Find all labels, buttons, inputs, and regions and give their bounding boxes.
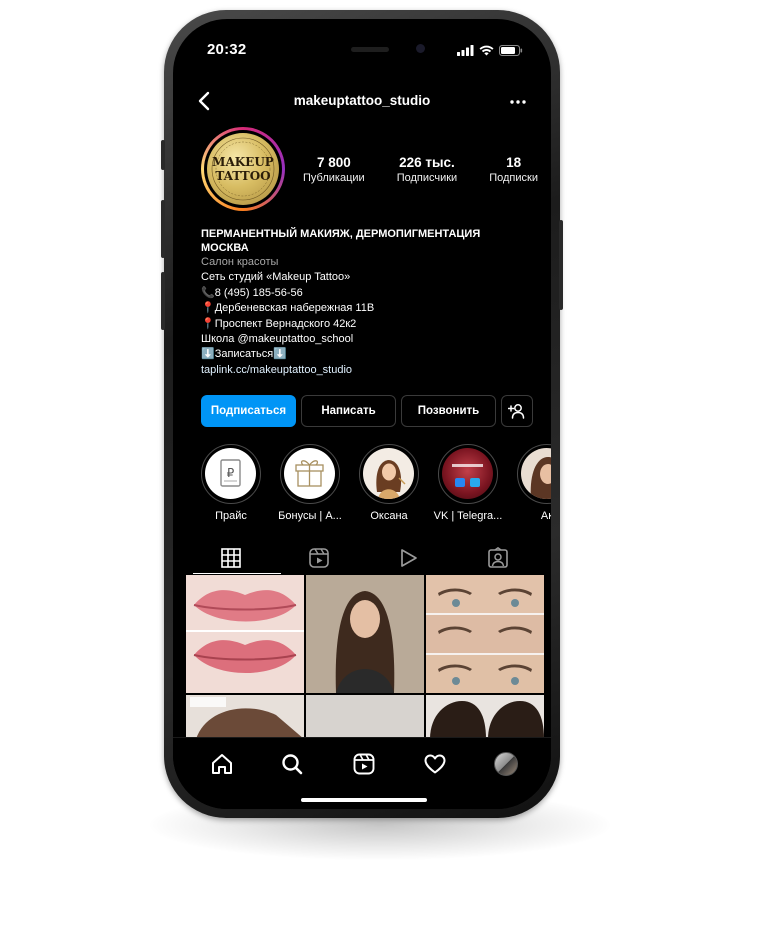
add-user-button[interactable] <box>501 395 533 427</box>
logo-line-makeup: MAKEUP <box>212 155 274 169</box>
stat-followers[interactable]: 226 тыс. Подписчики <box>397 155 458 184</box>
profile-bio: ПЕРМАНЕНТНЫЙ МАКИЯЖ, ДЕРМОПИГМЕНТАЦИЯ МО… <box>201 227 531 378</box>
status-time: 20:32 <box>207 41 247 58</box>
highlight-oksana-label: Оксана <box>370 510 408 522</box>
search-icon[interactable] <box>280 752 304 776</box>
profile-header: makeuptattoo_studio <box>173 87 551 117</box>
profile-stats: 7 800 Публикации 226 тыс. Подписчики 18 … <box>303 155 538 184</box>
bio-line: Сеть студий «Makeup Tattoo» <box>201 271 351 284</box>
front-camera <box>416 44 425 53</box>
tagged-icon[interactable] <box>487 547 509 569</box>
highlight-promo-label: Ак <box>540 510 551 522</box>
posts-grid <box>186 575 544 739</box>
home-icon[interactable] <box>210 752 234 776</box>
highlight-price-label: Прайс <box>215 510 247 522</box>
grid-icon[interactable] <box>220 547 242 569</box>
oksana-illustration <box>363 448 414 499</box>
highlight-vk-telegram-label: VK | Telegra... <box>433 510 503 522</box>
bio-booking: ⬇️Записаться⬇️ <box>201 348 287 361</box>
call-button[interactable]: Позвонить <box>401 395 496 427</box>
bottom-navigation <box>173 737 551 809</box>
post-studio[interactable] <box>306 695 424 739</box>
bio-address-2: 📍Проспект Вернадского 42к2 <box>201 317 357 330</box>
story-highlights: ₽ Прайс Бонусы | А... Оксана VK | Telegr… <box>201 444 551 534</box>
profile-actions: Подписаться Написать Позвонить <box>201 395 533 427</box>
stat-posts[interactable]: 7 800 Публикации <box>303 155 365 184</box>
stat-followers-label: Подписчики <box>396 172 458 184</box>
logo-line-tattoo: TATTOO <box>215 169 271 183</box>
heart-icon[interactable] <box>423 752 447 776</box>
home-indicator <box>301 798 427 802</box>
highlight-oksana[interactable]: Оксана <box>354 444 424 522</box>
bio-school-mention[interactable]: Школа @makeuptattoo_school <box>201 332 531 347</box>
post-portrait[interactable] <box>306 575 424 693</box>
post-brows[interactable] <box>426 575 544 693</box>
video-icon[interactable] <box>397 547 419 569</box>
volume-up-button <box>161 200 165 258</box>
phone-screen: 20:32 makeuptattoo_studio MAKEUP TATTOO … <box>173 19 551 809</box>
add-user-icon <box>508 404 525 419</box>
follow-button[interactable]: Подписаться <box>201 395 296 427</box>
message-button[interactable]: Написать <box>301 395 396 427</box>
promo-photo <box>521 448 551 499</box>
stat-posts-label: Публикации <box>303 172 365 184</box>
gift-icon <box>284 448 335 499</box>
profile-avatar[interactable] <box>494 752 518 776</box>
status-icons <box>457 43 523 57</box>
stat-posts-value: 7 800 <box>316 155 351 170</box>
profile-username: makeuptattoo_studio <box>293 93 431 108</box>
highlight-bonus[interactable]: Бонусы | А... <box>275 444 345 522</box>
more-dots-icon[interactable] <box>507 91 529 113</box>
signal-icon <box>457 44 474 56</box>
highlight-price[interactable]: ₽ Прайс <box>201 444 266 522</box>
highlight-vk-telegram[interactable]: VK | Telegra... <box>433 444 503 522</box>
highlight-bonus-label: Бонусы | А... <box>278 510 342 522</box>
bio-title-line1: ПЕРМАНЕНТНЫЙ МАКИЯЖ, ДЕРМОПИГМЕНТАЦИЯ <box>201 228 481 240</box>
reels-icon[interactable] <box>308 547 330 569</box>
avatar[interactable]: MAKEUP TATTOO <box>201 127 285 211</box>
volume-down-button <box>161 272 165 330</box>
price-tag-icon: ₽ <box>205 448 256 499</box>
post-face[interactable] <box>426 695 544 739</box>
speaker-grille <box>351 47 389 52</box>
mute-switch <box>161 140 165 170</box>
bio-category: Салон красоты <box>201 256 279 268</box>
bio-address-1: 📍Дербеневская набережная 11В <box>201 302 375 315</box>
reels-icon[interactable] <box>352 752 376 776</box>
vk-telegram-cover <box>442 448 493 499</box>
power-button <box>559 220 563 310</box>
bio-title-line2: МОСКВА <box>201 242 249 254</box>
makeup-tattoo-logo: MAKEUP TATTOO <box>207 133 279 205</box>
stat-following[interactable]: 18 Подписки <box>489 155 538 184</box>
phone-frame: 20:32 makeuptattoo_studio MAKEUP TATTOO … <box>161 10 563 818</box>
highlight-promo[interactable]: Ак <box>512 444 551 522</box>
stat-following-label: Подписки <box>489 172 538 184</box>
stat-followers-value: 226 тыс. <box>399 155 455 170</box>
post-before-after[interactable] <box>186 695 304 739</box>
bio-phone[interactable]: 📞8 (495) 185-56-56 <box>201 286 531 301</box>
battery-icon <box>499 44 523 56</box>
stat-following-value: 18 <box>506 155 522 170</box>
active-tab-indicator <box>193 573 281 574</box>
profile-tabs <box>173 543 551 573</box>
status-bar: 20:32 <box>173 19 551 63</box>
post-lips[interactable] <box>186 575 304 693</box>
wifi-icon <box>479 45 494 55</box>
bio-link[interactable]: taplink.cc/makeuptattoo_studio <box>201 363 531 378</box>
svg-text:₽: ₽ <box>227 466 235 480</box>
